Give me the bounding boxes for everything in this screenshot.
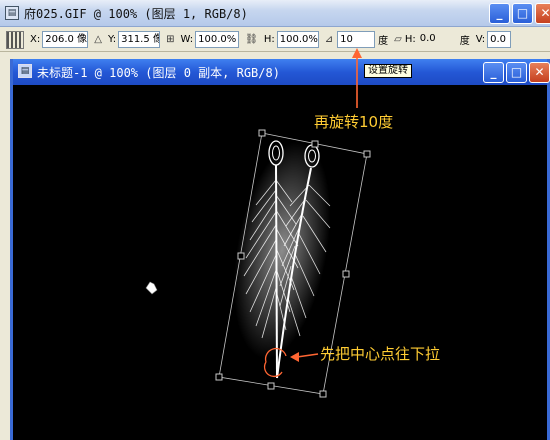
rotate-annotation: 再旋转10度 — [314, 113, 394, 131]
canvas-artwork — [145, 48, 371, 398]
rotate-tooltip: 设置旋转 — [364, 64, 412, 78]
transform-handle[interactable] — [215, 373, 223, 381]
transform-handle[interactable] — [363, 150, 371, 158]
feather-glow — [233, 141, 331, 359]
transform-handle[interactable] — [258, 129, 266, 137]
transform-handle[interactable] — [319, 390, 327, 398]
rotate-arrow-icon — [352, 48, 362, 108]
center-point-annotation: 先把中心点往下拉 — [320, 345, 441, 363]
transform-handle[interactable] — [342, 270, 350, 278]
transform-handle[interactable] — [267, 382, 275, 390]
transform-handle[interactable] — [311, 140, 319, 148]
center-arrow-icon — [290, 352, 319, 362]
transform-handle[interactable] — [237, 252, 245, 260]
hand-cursor-icon — [145, 281, 158, 295]
